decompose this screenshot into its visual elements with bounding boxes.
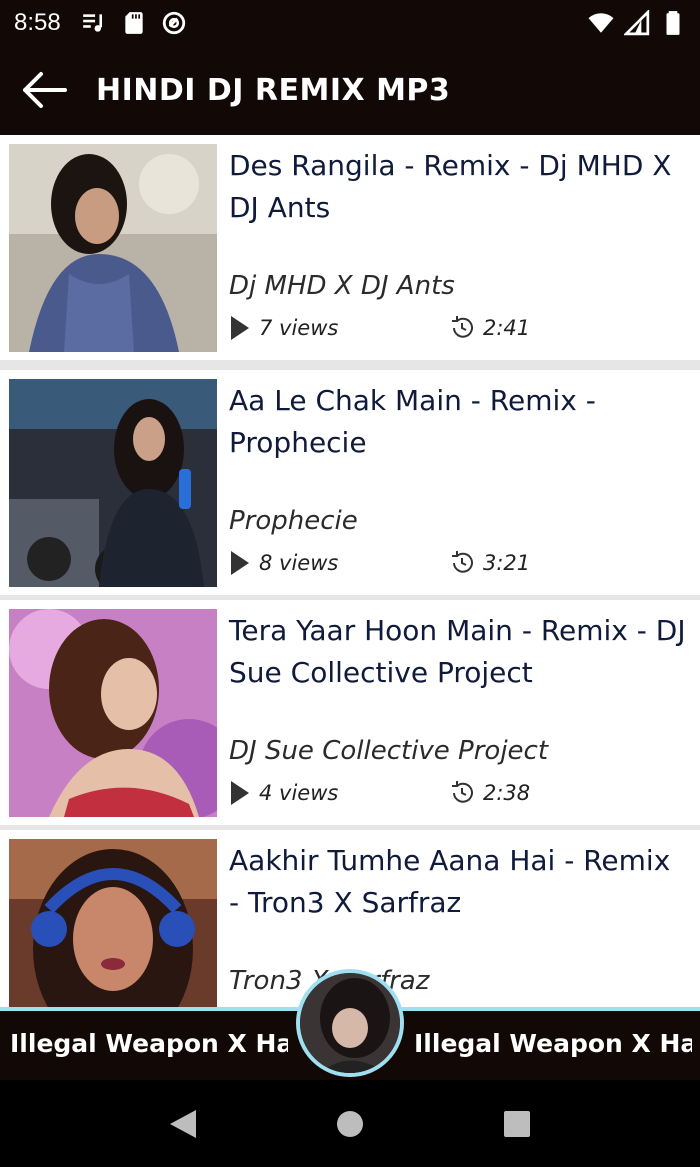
sync-icon [162,11,185,34]
song-list[interactable]: Des Rangila - Remix - Dj MHD X DJ Ants D… [0,135,700,1010]
status-bar: 8:58 [0,0,700,45]
song-title: Aakhir Tumhe Aana Hai - Remix - Tron3 X … [229,844,671,919]
song-card[interactable]: Des Rangila - Remix - Dj MHD X DJ Ants D… [0,135,700,360]
song-thumbnail [9,144,217,352]
duration-label: 2:38 [483,781,531,805]
history-icon [452,781,473,803]
now-playing-title-repeat[interactable]: Illegal Weapon X Hauli [414,1029,692,1058]
views-label: 4 views [259,781,339,805]
nav-home-button[interactable] [320,1094,380,1154]
song-card[interactable]: Aa Le Chak Main - Remix - Prophecie Prop… [0,370,700,595]
song-title: Tera Yaar Hoon Main - Remix - DJ Sue Col… [229,614,686,689]
nav-recents-icon [503,1110,530,1137]
views-count: 8 views [229,550,338,576]
duration: 2:41 [449,315,530,341]
song-title: Des Rangila - Remix - Dj MHD X DJ Ants [229,149,672,224]
views-label: 8 views [259,551,339,575]
page-title: HINDI DJ REMIX MP3 [96,72,451,108]
nav-back-icon [170,1109,197,1138]
duration: 3:21 [449,550,530,576]
sd-card-icon [125,11,143,34]
views-count: 4 views [229,780,338,806]
arrow-left-icon [23,72,67,108]
song-thumbnail [9,839,217,1010]
song-artist: Tron3 X Sarfraz [229,966,429,996]
now-playing-title[interactable]: Illegal Weapon X Hauli [10,1029,288,1058]
nav-back-button[interactable] [153,1094,213,1154]
signal-icon [624,9,650,35]
now-playing-artwork[interactable] [296,969,404,1077]
nav-recents-button[interactable] [487,1094,547,1154]
nav-home-icon [336,1110,363,1137]
app-bar: HINDI DJ REMIX MP3 [0,45,700,135]
views-label: 7 views [259,316,339,340]
song-title: Aa Le Chak Main - Remix - Prophecie [229,384,596,459]
song-thumbnail [9,379,217,587]
song-thumbnail [9,609,217,817]
back-button[interactable] [0,45,90,135]
wifi-icon [588,12,614,33]
song-card[interactable]: Tera Yaar Hoon Main - Remix - DJ Sue Col… [0,600,700,825]
history-icon [452,316,473,338]
duration-label: 2:41 [483,316,531,340]
duration-label: 3:21 [483,551,531,575]
duration: 2:38 [449,780,530,806]
status-time: 8:58 [14,8,61,36]
play-icon [231,781,249,805]
song-artist: DJ Sue Collective Project [229,736,549,766]
system-nav-bar [0,1080,700,1167]
battery-icon [666,10,680,35]
play-icon [231,551,249,575]
music-notification-icon [82,13,102,32]
views-count: 7 views [229,315,338,341]
song-artist: Dj MHD X DJ Ants [229,271,455,301]
song-artist: Prophecie [229,506,358,536]
history-icon [452,551,473,573]
play-icon [231,316,249,340]
